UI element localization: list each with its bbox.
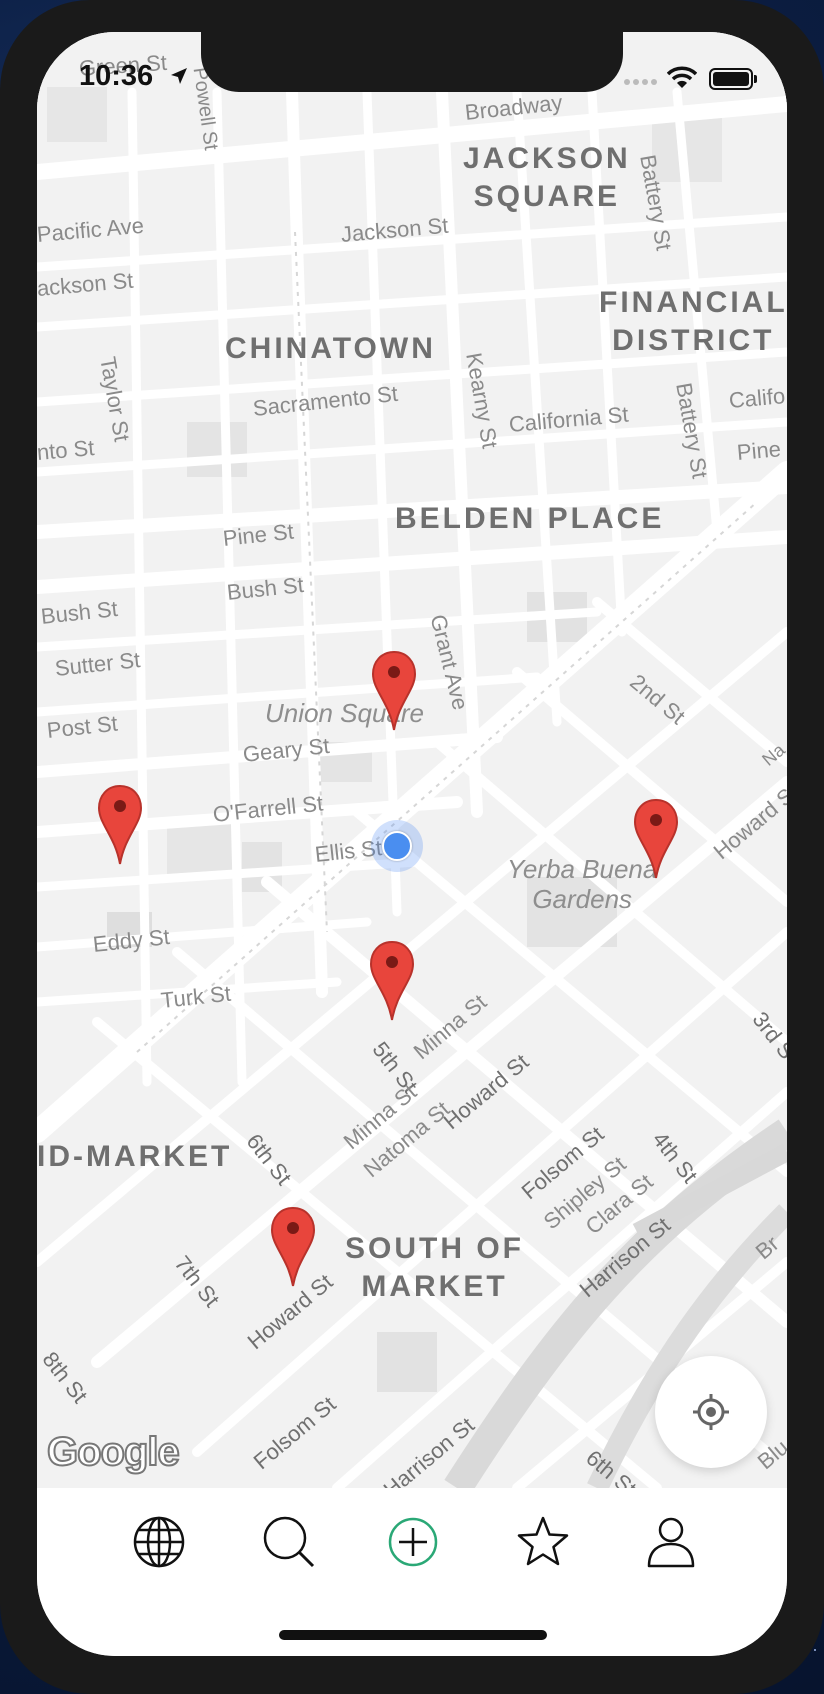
- crosshair-icon: [693, 1394, 729, 1430]
- my-location-button[interactable]: [655, 1356, 767, 1468]
- tab-globe[interactable]: [127, 1510, 191, 1574]
- map-pin[interactable]: [97, 784, 143, 866]
- star-icon: [517, 1516, 569, 1566]
- map-pin[interactable]: [371, 650, 417, 732]
- street-label: Califo: [727, 383, 787, 413]
- battery-icon: [709, 68, 757, 90]
- globe-icon: [133, 1516, 185, 1568]
- street-label: nto St: [37, 435, 96, 465]
- tab-favorites[interactable]: [511, 1510, 575, 1574]
- district-label: CHINATOWN: [225, 332, 436, 365]
- map-pin[interactable]: [369, 940, 415, 1022]
- street-label: Pine: [735, 436, 782, 465]
- screen: Green St Powell St Broadway Jackson St P…: [37, 32, 787, 1656]
- district-label: FINANCIAL DISTRICT: [599, 286, 787, 357]
- tab-add[interactable]: [381, 1510, 445, 1574]
- district-label: SOUTH OF MARKET: [345, 1232, 524, 1303]
- tab-search[interactable]: [257, 1510, 321, 1574]
- phone-frame: Green St Powell St Broadway Jackson St P…: [0, 0, 824, 1694]
- tab-profile[interactable]: [639, 1510, 703, 1574]
- profile-icon: [647, 1517, 695, 1568]
- home-indicator[interactable]: [279, 1630, 547, 1640]
- wifi-icon: [667, 66, 697, 88]
- map-view[interactable]: Green St Powell St Broadway Jackson St P…: [37, 32, 787, 1502]
- add-icon: [388, 1517, 438, 1567]
- district-label: BELDEN PLACE: [395, 502, 665, 535]
- signal-icon: [624, 79, 657, 85]
- district-label: JACKSON SQUARE: [463, 142, 631, 213]
- district-label: ID-MARKET: [37, 1140, 233, 1173]
- map-pin[interactable]: [270, 1206, 316, 1288]
- user-location-dot: [371, 820, 423, 872]
- search-icon: [263, 1516, 315, 1568]
- google-attribution: Google: [46, 1429, 181, 1475]
- map-pin[interactable]: [633, 798, 679, 880]
- notch: [201, 32, 623, 92]
- status-time: 10:36: [79, 60, 154, 92]
- location-arrow-icon: [171, 68, 187, 84]
